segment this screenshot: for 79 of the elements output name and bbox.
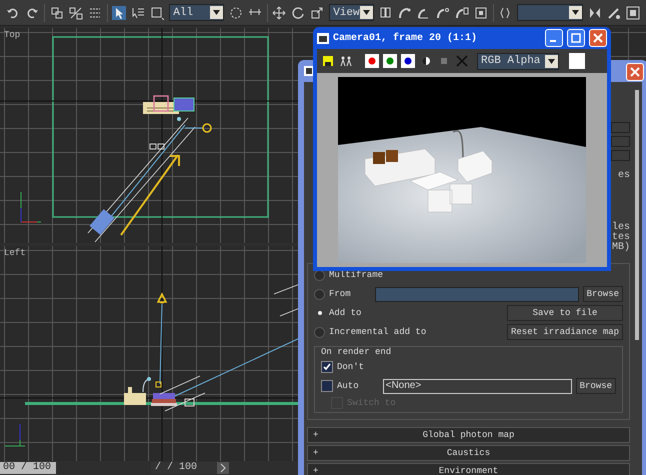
save-icon[interactable] — [321, 54, 335, 68]
path-field[interactable]: <None> — [382, 378, 572, 394]
checkbox[interactable] — [321, 380, 333, 392]
armchair-object[interactable] — [153, 95, 169, 112]
move-icon[interactable] — [272, 6, 286, 20]
sofa-object[interactable] — [124, 377, 151, 405]
option-text: les — [612, 223, 630, 233]
axis-gizmo — [4, 424, 26, 446]
frame-readout: 00 / 100 — [0, 462, 56, 474]
radio-label: Multiframe — [329, 270, 384, 280]
radio-label: Add to — [329, 308, 362, 318]
light-object[interactable] — [177, 117, 212, 133]
scrollbar[interactable] — [635, 90, 639, 340]
dropdown-arrow-icon[interactable] — [212, 10, 220, 15]
undo-icon[interactable] — [6, 6, 20, 20]
rollout-header[interactable]: + Environment — [307, 463, 630, 475]
viewport-label: Left — [4, 248, 26, 258]
percent-snap-icon[interactable] — [436, 6, 450, 20]
layer-icon[interactable] — [626, 6, 640, 20]
region-select-icon[interactable] — [150, 6, 164, 20]
scale-icon[interactable] — [310, 6, 324, 20]
named-selection-dropdown[interactable] — [517, 4, 584, 21]
rollout-header[interactable]: + Caustics — [307, 445, 630, 461]
close-icon[interactable] — [626, 63, 644, 81]
spinner-snap-icon[interactable] — [454, 6, 469, 20]
named-selection-icon[interactable] — [474, 6, 488, 20]
dropdown-arrow-icon[interactable] — [548, 58, 555, 64]
window-title: Camera01, frame 20 (1:1) — [333, 32, 478, 44]
camera-object[interactable] — [88, 118, 196, 242]
browse-button[interactable]: Browse — [576, 378, 616, 394]
window-icon — [317, 32, 329, 44]
option-text: MB) — [612, 243, 630, 253]
light-object[interactable] — [156, 292, 168, 388]
action-button[interactable]: Reset irradiance map — [507, 324, 623, 340]
snap-icon[interactable] — [398, 6, 412, 20]
edit-selection-icon[interactable] — [498, 6, 512, 20]
checkbox-label: Auto — [337, 381, 359, 391]
action-button[interactable]: Save to file — [507, 305, 623, 321]
radio-label: From — [329, 289, 351, 299]
dropdown-arrow-icon[interactable] — [362, 10, 370, 15]
option-text: es — [618, 171, 630, 181]
maximize-icon[interactable] — [567, 29, 585, 47]
unlink-icon[interactable] — [68, 6, 83, 20]
link-icon[interactable] — [50, 6, 64, 20]
radio-button[interactable] — [314, 326, 325, 338]
table-object[interactable] — [151, 393, 194, 406]
channel-dropdown[interactable]: RGB Alpha — [477, 52, 559, 70]
window-icon — [304, 66, 314, 76]
align-icon[interactable] — [607, 6, 622, 20]
checkbox[interactable] — [321, 361, 333, 373]
select-window-icon[interactable] — [228, 6, 243, 20]
selection-filter-dropdown[interactable]: All — [169, 4, 224, 21]
rotate-icon[interactable] — [291, 6, 306, 20]
color-swatch[interactable] — [569, 53, 585, 69]
close-icon[interactable] — [589, 29, 607, 47]
redo-icon[interactable] — [25, 6, 39, 20]
rollout-header[interactable]: + Global photon map — [307, 427, 630, 443]
alpha-icon[interactable] — [419, 54, 433, 68]
clone-icon[interactable] — [339, 54, 353, 68]
minimize-icon[interactable] — [545, 29, 563, 47]
viewport-label: Top — [4, 30, 20, 40]
select-by-name-icon[interactable] — [131, 6, 146, 20]
camera-object[interactable] — [160, 284, 300, 412]
radio-label: Incremental add to — [329, 327, 426, 337]
option-text: tes — [612, 233, 630, 243]
next-frame-icon[interactable] — [217, 462, 229, 474]
pivot-icon[interactable] — [378, 6, 393, 20]
axis-gizmo — [20, 192, 42, 222]
dropdown-arrow-icon[interactable] — [572, 10, 580, 15]
bind-icon[interactable] — [88, 6, 102, 20]
path-field[interactable] — [374, 286, 579, 302]
mirror-icon[interactable] — [588, 6, 602, 20]
ottoman-object[interactable] — [150, 144, 164, 150]
browse-button[interactable]: Browse — [582, 286, 623, 302]
checkbox-label: Don't — [337, 362, 364, 372]
reference-coordinate-dropdown[interactable]: View — [329, 4, 374, 21]
frame-counter: / / 100 — [151, 462, 217, 474]
radio-button[interactable] — [314, 288, 325, 300]
group-title: On render end — [321, 347, 392, 357]
